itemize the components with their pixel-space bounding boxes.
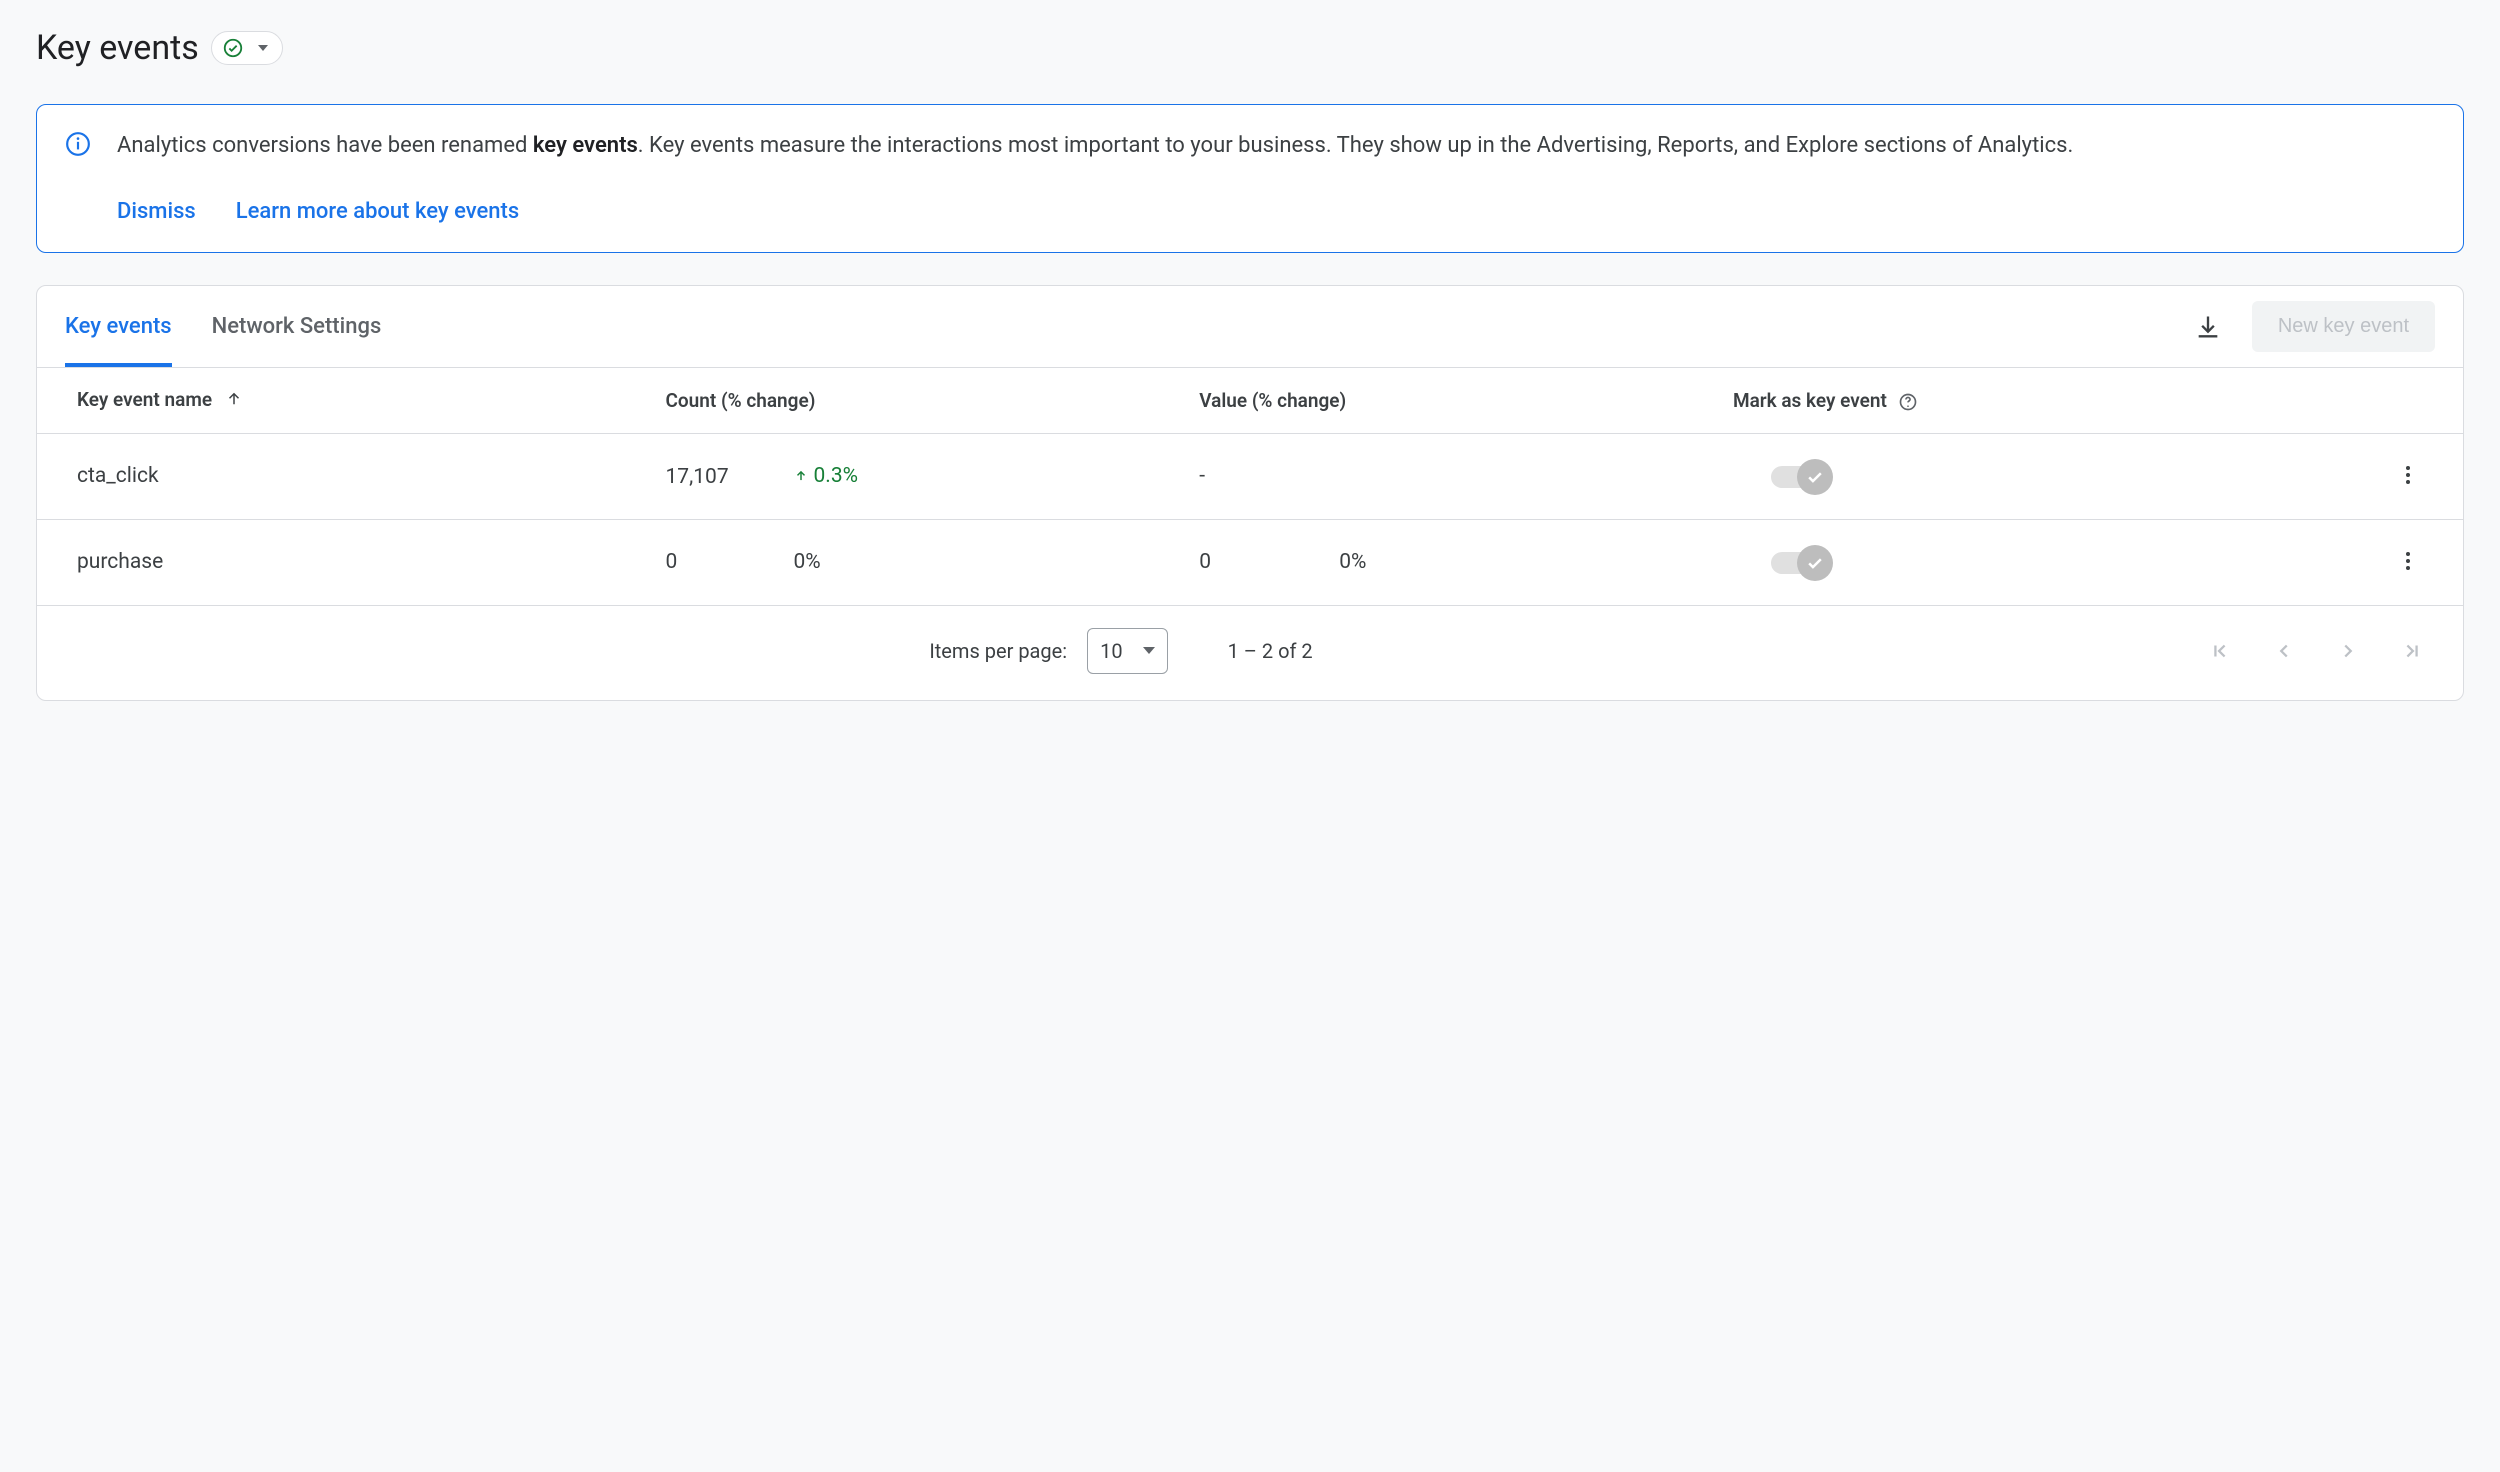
mark-toggle[interactable] [1771, 466, 1827, 488]
first-page-icon [2209, 640, 2231, 662]
more-button[interactable] [2393, 546, 2423, 576]
items-per-page-label: Items per page: [929, 639, 1067, 663]
arrow-up-icon [794, 469, 808, 483]
dismiss-link[interactable]: Dismiss [117, 199, 196, 224]
info-banner: Analytics conversions have been renamed … [36, 104, 2464, 253]
mark-toggle[interactable] [1771, 552, 1827, 574]
col-header-mark-label: Mark as key event [1733, 389, 1887, 412]
download-button[interactable] [2192, 311, 2224, 343]
col-header-name-label: Key event name [77, 388, 212, 411]
count-change: 0.3% [794, 464, 859, 488]
more-vert-icon [2396, 549, 2420, 573]
more-button[interactable] [2393, 460, 2423, 490]
info-icon [65, 131, 91, 157]
chevron-down-icon [1143, 647, 1155, 654]
col-header-name[interactable]: Key event name [37, 368, 644, 433]
last-page-icon [2401, 640, 2423, 662]
count-change: 0% [794, 550, 821, 574]
cell-event-name: purchase [37, 519, 644, 605]
value-value: 0 [1199, 550, 1239, 574]
value-change: 0% [1339, 550, 1366, 574]
chevron-left-icon [2273, 640, 2295, 662]
tab-key-events[interactable]: Key events [65, 286, 172, 367]
info-text: Analytics conversions have been renamed … [117, 129, 2435, 163]
col-header-count[interactable]: Count (% change) [644, 368, 1178, 433]
check-circle-icon [222, 37, 244, 59]
col-header-count-label: Count (% change) [666, 389, 816, 412]
learn-more-link[interactable]: Learn more about key events [236, 199, 519, 224]
count-value: 17,107 [666, 465, 746, 489]
chevron-down-icon [258, 45, 268, 51]
next-page-button[interactable] [2337, 640, 2359, 662]
cell-count: 0 0% [644, 519, 1178, 605]
col-header-mark: Mark as key event [1711, 368, 2245, 433]
cell-actions [2245, 519, 2463, 605]
cell-toggle [1711, 519, 2245, 605]
cell-value: - [1177, 433, 1711, 519]
chevron-right-icon [2337, 640, 2359, 662]
check-icon [1805, 467, 1825, 487]
col-header-value-label: Value (% change) [1199, 389, 1346, 412]
info-text-pre: Analytics conversions have been renamed [117, 133, 533, 158]
first-page-button[interactable] [2209, 640, 2231, 662]
count-change-value: 0% [794, 550, 821, 574]
tabs: Key events Network Settings [65, 286, 2192, 367]
sort-asc-icon [225, 390, 243, 413]
page-title: Key events [36, 28, 199, 68]
more-vert-icon [2396, 463, 2420, 487]
value-value: - [1199, 464, 1239, 488]
page-title-row: Key events [36, 28, 2464, 68]
prev-page-button[interactable] [2273, 640, 2295, 662]
events-table: Key event name Count (% change) Value (%… [37, 368, 2463, 605]
info-text-post: . Key events measure the interactions mo… [638, 133, 2074, 158]
paginator-range: 1 – 2 of 2 [1228, 639, 1313, 663]
cell-toggle [1711, 433, 2245, 519]
count-value: 0 [666, 550, 746, 574]
check-icon [1805, 553, 1825, 573]
paginator: Items per page: 10 1 – 2 of 2 [37, 606, 2463, 700]
cell-actions [2245, 433, 2463, 519]
table-row: cta_click 17,107 0.3% - [37, 433, 2463, 519]
col-header-value[interactable]: Value (% change) [1177, 368, 1711, 433]
last-page-button[interactable] [2401, 640, 2423, 662]
new-key-event-button[interactable]: New key event [2252, 301, 2435, 352]
status-filter-dropdown[interactable] [211, 31, 283, 65]
table-row: purchase 0 0% 0 0% [37, 519, 2463, 605]
page-size-select[interactable]: 10 [1087, 628, 1167, 674]
count-change-value: 0.3% [814, 464, 859, 488]
tab-network-settings[interactable]: Network Settings [212, 286, 382, 367]
cell-value: 0 0% [1177, 519, 1711, 605]
download-icon [2194, 313, 2222, 341]
cell-count: 17,107 0.3% [644, 433, 1178, 519]
page-size-value: 10 [1100, 639, 1122, 663]
info-text-bold: key events [533, 133, 638, 158]
help-icon[interactable] [1898, 392, 1918, 412]
events-card: Key events Network Settings New key even… [36, 285, 2464, 700]
cell-event-name: cta_click [37, 433, 644, 519]
